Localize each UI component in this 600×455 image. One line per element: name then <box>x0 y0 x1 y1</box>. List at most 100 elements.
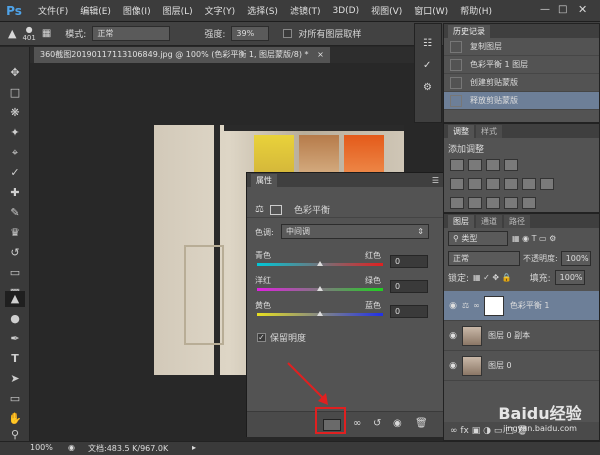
mode-select[interactable]: 正常 <box>92 26 171 41</box>
reset-icon[interactable]: ↺ <box>373 418 381 429</box>
add-mask-icon[interactable]: ▣ <box>472 426 481 436</box>
view-previous-icon[interactable]: ∞ <box>353 418 361 429</box>
mixer-icon[interactable] <box>540 178 554 190</box>
kind-select[interactable]: ⚲ 类型 <box>448 231 508 246</box>
delete-icon[interactable]: 🗑 <box>415 418 428 429</box>
visibility-icon[interactable]: ◉ <box>393 418 402 429</box>
history-item-selected[interactable]: 释放剪贴蒙版 <box>444 92 599 110</box>
brush-panel-icon[interactable]: ▦ <box>42 28 51 39</box>
tab-paths[interactable]: 路径 <box>504 215 530 228</box>
menu-edit[interactable]: 编辑(E) <box>74 4 117 17</box>
minimize-icon[interactable]: — <box>540 4 550 15</box>
dodge-tool-icon[interactable]: ● <box>5 311 25 327</box>
menu-view[interactable]: 视图(V) <box>365 4 408 17</box>
color-balance-icon[interactable] <box>486 178 500 190</box>
crop-tool-icon[interactable]: ⌖ <box>5 145 25 161</box>
hue-icon[interactable] <box>468 178 482 190</box>
hand-tool-icon[interactable]: ✋ <box>5 411 25 427</box>
vibrance-icon[interactable] <box>450 178 464 190</box>
curves-icon[interactable] <box>486 159 500 171</box>
brush-panel-icon-side[interactable]: ✓ <box>423 60 431 71</box>
photo-filter-icon[interactable] <box>522 178 536 190</box>
menu-type[interactable]: 文字(Y) <box>199 4 242 17</box>
link-layers-icon[interactable]: ∞ <box>450 426 458 436</box>
magenta-green-slider[interactable] <box>257 286 383 291</box>
history-brush-tool-icon[interactable]: ↺ <box>5 245 25 261</box>
close-icon[interactable]: ✕ <box>578 3 587 16</box>
history-panel-icon[interactable]: ☷ <box>423 38 432 49</box>
zoom-level[interactable]: 100% <box>30 443 53 452</box>
blend-mode-select[interactable]: 正常 <box>448 251 520 266</box>
eraser-tool-icon[interactable]: ▭ <box>5 265 25 281</box>
tab-close-icon[interactable]: × <box>317 50 324 59</box>
brightness-icon[interactable] <box>450 159 464 171</box>
layer-mask-thumb[interactable] <box>483 295 504 316</box>
posterize-icon[interactable] <box>468 197 482 209</box>
eye-icon[interactable]: ◉ <box>444 301 462 311</box>
slider3-knob[interactable] <box>317 311 323 316</box>
magenta-green-value[interactable]: 0 <box>390 280 428 293</box>
opacity-input[interactable]: 100% <box>560 251 591 266</box>
history-tab[interactable]: 历史记录 <box>448 25 490 38</box>
tab-styles[interactable]: 样式 <box>476 125 502 138</box>
checkbox-sample-all[interactable] <box>283 29 293 38</box>
pen-tool-icon[interactable]: ✒ <box>5 331 25 347</box>
cyan-red-slider[interactable] <box>257 261 383 266</box>
fx-icon[interactable]: fx <box>460 426 469 436</box>
selective-color-icon[interactable] <box>522 197 536 209</box>
yellow-blue-slider[interactable] <box>257 311 383 316</box>
menu-file[interactable]: 文件(F) <box>32 4 74 17</box>
sharpen-tool-icon[interactable]: ▲ <box>8 27 16 40</box>
layer-row[interactable]: ◉ 图层 0 副本 <box>444 321 599 351</box>
stamp-tool-icon[interactable]: ♛ <box>5 225 25 241</box>
shape-tool-icon[interactable]: ▭ <box>5 391 25 407</box>
lasso-tool-icon[interactable]: ❋ <box>5 105 25 121</box>
doc-info[interactable]: 文档:483.5 K/967.0K <box>88 443 168 454</box>
menu-help[interactable]: 帮助(H) <box>454 4 498 17</box>
strength-input[interactable]: 39% <box>231 26 270 41</box>
quick-select-tool-icon[interactable]: ✦ <box>5 125 25 141</box>
lock-icons[interactable]: ▦ ✓ ✥ 🔒 <box>473 273 512 282</box>
menu-image[interactable]: 图像(I) <box>117 4 157 17</box>
brush-preset-picker[interactable]: ● 401 <box>22 25 35 42</box>
yellow-blue-value[interactable]: 0 <box>390 305 428 318</box>
history-item[interactable]: 色彩平衡 1 图层 <box>444 56 599 74</box>
path-select-tool-icon[interactable]: ➤ <box>5 371 25 387</box>
invert-icon[interactable] <box>450 197 464 209</box>
menu-layer[interactable]: 图层(L) <box>157 4 199 17</box>
filter-icons[interactable]: ▦ ◉ T ▭ ⚙ <box>512 234 556 243</box>
exposure-icon[interactable] <box>504 159 518 171</box>
restore-icon[interactable]: □ <box>558 4 567 15</box>
menu-filter[interactable]: 滤镜(T) <box>284 4 327 17</box>
eye-icon[interactable]: ◉ <box>444 361 462 371</box>
preserve-checkbox[interactable]: ✓ <box>257 333 266 342</box>
status-icon[interactable]: ◉ <box>68 443 75 452</box>
fill-input[interactable]: 100% <box>554 270 585 285</box>
slider1-knob[interactable] <box>317 261 323 266</box>
tab-layers[interactable]: 图层 <box>448 215 474 228</box>
bw-icon[interactable] <box>504 178 518 190</box>
info-panel-icon[interactable]: ⚙ <box>423 82 432 93</box>
threshold-icon[interactable] <box>486 197 500 209</box>
gradient-map-icon[interactable] <box>504 197 518 209</box>
sharpen-tool-icon-active[interactable]: ▲ <box>5 291 25 307</box>
tab-adjustments[interactable]: 调整 <box>448 125 474 138</box>
layer-row[interactable]: ◉ 图层 0 <box>444 351 599 381</box>
layer-row-selected[interactable]: ◉ ⚖ ∞ 色彩平衡 1 <box>444 291 599 321</box>
slider2-knob[interactable] <box>317 286 323 291</box>
status-arrow-icon[interactable]: ▸ <box>192 443 196 452</box>
menu-window[interactable]: 窗口(W) <box>408 4 454 17</box>
menu-3d[interactable]: 3D(D) <box>326 6 365 16</box>
history-item[interactable]: 创建剪贴蒙版 <box>444 74 599 92</box>
healing-tool-icon[interactable]: ✚ <box>5 185 25 201</box>
panel-menu-icon[interactable]: ☰ <box>432 176 439 187</box>
move-tool-icon[interactable]: ✥ <box>5 65 25 81</box>
menu-select[interactable]: 选择(S) <box>241 4 284 17</box>
levels-icon[interactable] <box>468 159 482 171</box>
tone-select[interactable]: 中间调 ⇕ <box>281 224 429 239</box>
marquee-tool-icon[interactable]: □ <box>5 85 25 101</box>
mask-icon[interactable] <box>269 204 282 215</box>
eye-icon[interactable]: ◉ <box>444 331 462 341</box>
brush-tool-icon[interactable]: ✎ <box>5 205 25 221</box>
eyedropper-tool-icon[interactable]: ✓ <box>5 165 25 181</box>
